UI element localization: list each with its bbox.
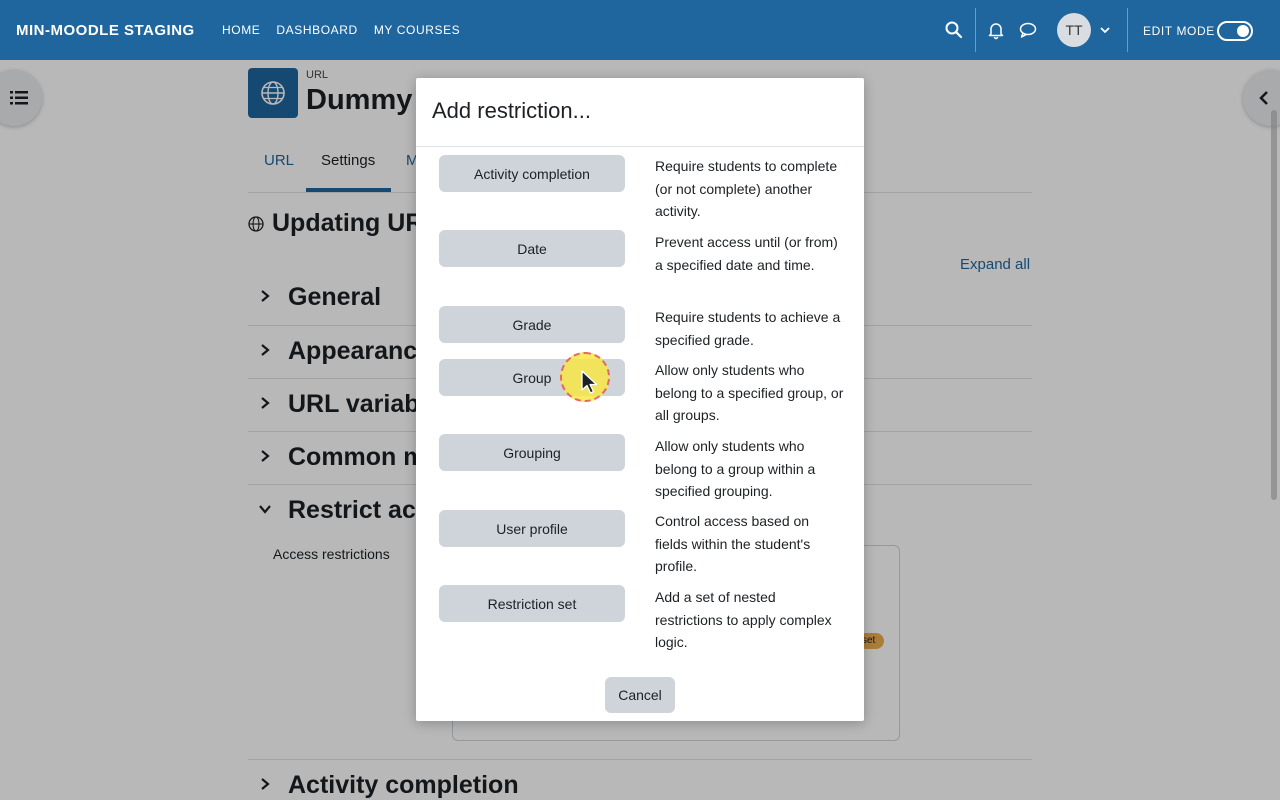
user-profile-description: Control access based on fields within th… xyxy=(655,513,811,574)
mouse-cursor-icon xyxy=(581,370,598,394)
user-avatar[interactable]: TT xyxy=(1057,13,1091,47)
dialog-title: Add restriction... xyxy=(432,98,591,123)
nav-divider xyxy=(1127,8,1128,52)
nav-divider xyxy=(975,8,976,52)
chevron-down-icon[interactable] xyxy=(1099,24,1111,36)
search-icon[interactable] xyxy=(944,20,964,40)
site-brand[interactable]: MIN-MOODLE STAGING xyxy=(16,22,195,39)
nav-my-courses-link[interactable]: MY COURSES xyxy=(374,23,460,37)
dialog-divider xyxy=(416,146,864,147)
group-description: Allow only students who belong to a spec… xyxy=(655,362,844,423)
edit-mode-toggle[interactable] xyxy=(1217,21,1253,41)
messages-icon[interactable] xyxy=(1018,20,1038,40)
activity-completion-description: Require students to complete (or not com… xyxy=(655,158,838,219)
grouping-button[interactable]: Grouping xyxy=(439,434,625,471)
grade-button[interactable]: Grade xyxy=(439,306,625,343)
restriction-set-description: Add a set of nested restrictions to appl… xyxy=(655,589,832,650)
add-restriction-dialog: Add restriction... Activity completion R… xyxy=(416,78,864,721)
cancel-button[interactable]: Cancel xyxy=(605,677,675,713)
date-button[interactable]: Date xyxy=(439,230,625,267)
activity-completion-button[interactable]: Activity completion xyxy=(439,155,625,192)
nav-dashboard-link[interactable]: DASHBOARD xyxy=(276,23,357,37)
user-profile-button[interactable]: User profile xyxy=(439,510,625,547)
restriction-set-button[interactable]: Restriction set xyxy=(439,585,625,622)
grade-description: Require students to achieve a specified … xyxy=(655,309,841,348)
bell-icon[interactable] xyxy=(986,20,1006,40)
nav-home-link[interactable]: HOME xyxy=(222,23,260,37)
edit-mode-label: EDIT MODE xyxy=(1143,24,1215,38)
top-navbar: MIN-MOODLE STAGING HOME DASHBOARD MY COU… xyxy=(0,0,1280,60)
grouping-description: Allow only students who belong to a grou… xyxy=(655,438,816,499)
page-scrollbar[interactable] xyxy=(1271,110,1277,500)
date-description: Prevent access until (or from) a specifi… xyxy=(655,234,838,273)
primary-nav: HOME DASHBOARD MY COURSES xyxy=(222,23,460,37)
